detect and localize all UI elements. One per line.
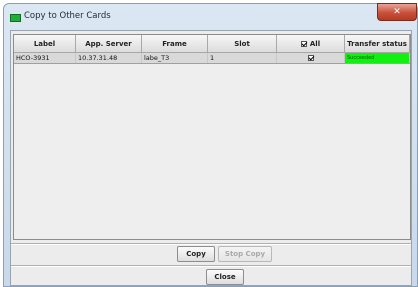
- title-bar[interactable]: Copy to Other Cards ✕: [4, 3, 417, 30]
- window-close-button[interactable]: ✕: [377, 3, 417, 21]
- cell-transfer-status: Succeeded: [345, 53, 410, 63]
- cards-table: Label App. Server Frame Slot All Transfe…: [13, 34, 411, 240]
- cell-frame: labe_T3: [142, 53, 208, 63]
- stop-copy-button[interactable]: Stop Copy: [218, 246, 272, 262]
- table-row[interactable]: HCO-3931 10.37.31.48 labe_T3 1 Succeeded: [14, 53, 410, 64]
- header-transfer-status-text: Transfer status: [347, 39, 407, 48]
- copy-button[interactable]: Copy: [177, 246, 215, 262]
- app-icon: [10, 14, 21, 22]
- cell-app-server: 10.37.31.48: [76, 53, 142, 63]
- header-all-text: All: [309, 39, 321, 48]
- dialog-body: Label App. Server Frame Slot All Transfe…: [10, 30, 412, 286]
- column-header-app-server[interactable]: App. Server: [76, 35, 142, 53]
- header-slot-text: Slot: [234, 39, 250, 48]
- select-all-checkbox[interactable]: [300, 40, 307, 47]
- header-app-server-text: App. Server: [85, 39, 132, 48]
- cell-label: HCO-3931: [14, 53, 76, 63]
- close-icon: ✕: [393, 6, 401, 17]
- separator: [11, 243, 411, 245]
- column-header-slot[interactable]: Slot: [208, 35, 277, 53]
- table-header: Label App. Server Frame Slot All Transfe…: [14, 35, 410, 53]
- cell-slot: 1: [208, 53, 277, 63]
- header-frame-text: Frame: [162, 39, 187, 48]
- dialog-window: Copy to Other Cards ✕ Label App. Server …: [3, 3, 418, 287]
- header-label-text: Label: [33, 39, 56, 48]
- separator: [11, 265, 411, 267]
- column-header-label[interactable]: Label: [14, 35, 76, 53]
- window-title: Copy to Other Cards: [24, 11, 111, 21]
- close-button[interactable]: Close: [206, 269, 244, 285]
- column-header-transfer-status[interactable]: Transfer status: [345, 35, 410, 53]
- column-header-all[interactable]: All: [277, 35, 345, 53]
- column-header-frame[interactable]: Frame: [142, 35, 208, 53]
- cell-select: [277, 53, 345, 63]
- row-select-checkbox[interactable]: [307, 55, 314, 61]
